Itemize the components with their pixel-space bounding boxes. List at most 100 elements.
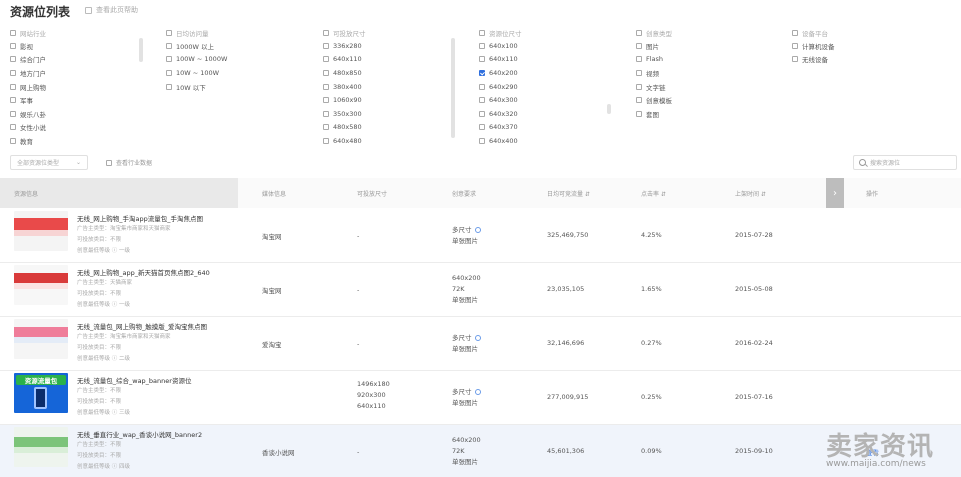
filter-checkbox[interactable]: [10, 69, 16, 76]
filter-option[interactable]: 10W 以下: [166, 80, 227, 94]
filter-option[interactable]: 336x280: [323, 39, 366, 53]
filter-option[interactable]: 网上购物: [10, 80, 46, 94]
industry-data-checkbox[interactable]: [106, 159, 112, 166]
filter-option[interactable]: 640x100: [479, 39, 522, 53]
filter-checkbox[interactable]: [479, 56, 485, 63]
resource-name[interactable]: 无线_网上购物_手淘app流量包_手淘焦点图: [77, 213, 203, 223]
filter-scrollbar-res-size[interactable]: [607, 104, 611, 114]
filter-checkbox[interactable]: [10, 97, 16, 104]
filter-option[interactable]: 创意模板: [636, 93, 672, 107]
scroll-right-button[interactable]: ›: [826, 178, 844, 208]
filter-option[interactable]: 380x400: [323, 80, 366, 94]
filter-option[interactable]: 640x200: [479, 66, 522, 80]
filter-option[interactable]: 视频: [636, 66, 672, 80]
header-ctr-sort[interactable]: 点击率 ⇵: [641, 189, 666, 198]
filter-checkbox[interactable]: [10, 110, 16, 117]
filter-checkbox[interactable]: [479, 83, 485, 90]
filter-option[interactable]: Flash: [636, 53, 672, 67]
table-row[interactable]: 无线_网上购物_app_新天猫首页焦点图2_640 广告主类型：天猫商家 可投放类目…: [0, 263, 961, 317]
filter-checkbox[interactable]: [479, 110, 485, 117]
filter-group-header[interactable]: 可投放尺寸: [323, 26, 366, 39]
filter-checkbox[interactable]: [323, 97, 329, 104]
filter-option[interactable]: 640x400: [479, 134, 522, 148]
filter-checkbox[interactable]: [792, 56, 798, 63]
filter-checkbox[interactable]: [636, 56, 642, 63]
filter-group-header[interactable]: 日均访问量: [166, 26, 227, 39]
select-all-checkbox[interactable]: [323, 29, 329, 36]
filter-option[interactable]: 480x850: [323, 66, 366, 80]
info-icon[interactable]: [474, 227, 481, 233]
table-row[interactable]: 无线_垂直行业_wap_香谈小说网_banner2 广告主类型：不限 可投放类目：不…: [0, 425, 961, 477]
filter-checkbox[interactable]: [10, 137, 16, 144]
filter-checkbox[interactable]: [479, 124, 485, 131]
filter-option[interactable]: 文字链: [636, 80, 672, 94]
filter-checkbox[interactable]: [479, 97, 485, 104]
filter-option[interactable]: 图片: [636, 39, 672, 53]
filter-option[interactable]: 350x300: [323, 107, 366, 121]
filter-option[interactable]: 地方门户: [10, 66, 46, 80]
resource-name[interactable]: 无线_流量包_网上购物_触摸版_爱淘宝焦点图: [77, 321, 207, 331]
select-all-checkbox[interactable]: [10, 29, 16, 36]
filter-option[interactable]: 640x370: [479, 121, 522, 135]
select-all-checkbox[interactable]: [792, 29, 798, 36]
select-all-checkbox[interactable]: [479, 29, 485, 36]
filter-checkbox[interactable]: [479, 137, 485, 144]
filter-option[interactable]: 640x290: [479, 80, 522, 94]
filter-option[interactable]: 640x480: [323, 134, 366, 148]
filter-checkbox[interactable]: [636, 97, 642, 104]
filter-scrollbar-industry[interactable]: [139, 38, 143, 62]
filter-checkbox[interactable]: [792, 42, 798, 49]
filter-checkbox[interactable]: [479, 69, 485, 76]
filter-option[interactable]: 100W ~ 1000W: [166, 53, 227, 67]
filter-option[interactable]: 娱乐八卦: [10, 107, 46, 121]
filter-option[interactable]: 套图: [636, 107, 672, 121]
filter-option[interactable]: 1060x90: [323, 93, 366, 107]
filter-checkbox[interactable]: [10, 56, 16, 63]
filter-option[interactable]: 影视: [10, 39, 46, 53]
filter-checkbox[interactable]: [636, 110, 642, 117]
select-all-checkbox[interactable]: [636, 29, 642, 36]
filter-checkbox[interactable]: [636, 69, 642, 76]
filter-option[interactable]: 女性小说: [10, 121, 46, 135]
filter-checkbox[interactable]: [10, 124, 16, 131]
filter-checkbox[interactable]: [323, 137, 329, 144]
resource-name[interactable]: 无线_垂直行业_wap_香谈小说网_banner2: [77, 429, 202, 439]
filter-checkbox[interactable]: [636, 42, 642, 49]
filter-checkbox[interactable]: [323, 83, 329, 90]
filter-option[interactable]: 640x110: [479, 53, 522, 67]
filter-group-header[interactable]: 设备平台: [792, 26, 835, 39]
filter-option[interactable]: 480x580: [323, 121, 366, 135]
filter-option[interactable]: 640x300: [479, 93, 522, 107]
resource-name[interactable]: 无线_流量包_综合_wap_banner资源位: [77, 375, 191, 385]
select-all-checkbox[interactable]: [166, 29, 172, 36]
filter-option[interactable]: 计算机设备: [792, 39, 835, 53]
filter-option[interactable]: 640x110: [323, 53, 366, 67]
filter-option[interactable]: 10W ~ 100W: [166, 66, 227, 80]
filter-checkbox[interactable]: [10, 42, 16, 49]
filter-group-header[interactable]: 网站行业: [10, 26, 46, 39]
table-row[interactable]: 资源流量包 无线_流量包_综合_wap_banner资源位 广告主类型：不限 可投放类…: [0, 371, 961, 425]
filter-option[interactable]: 教育: [10, 134, 46, 148]
filter-checkbox[interactable]: [166, 69, 172, 76]
table-row[interactable]: 无线_网上购物_手淘app流量包_手淘焦点图 广告主类型：淘宝集市商家和天猫商家可…: [0, 209, 961, 263]
filter-scrollbar-size[interactable]: [451, 38, 455, 138]
filter-option[interactable]: 1000W 以上: [166, 39, 227, 53]
resource-name[interactable]: 无线_网上购物_app_新天猫首页焦点图2_640: [77, 267, 210, 277]
filter-checkbox[interactable]: [166, 83, 172, 90]
filter-checkbox[interactable]: [479, 42, 485, 49]
filter-checkbox[interactable]: [10, 83, 16, 90]
filter-option[interactable]: 无线设备: [792, 53, 835, 67]
industry-data-toggle[interactable]: 查看行业数据: [106, 158, 152, 167]
table-row[interactable]: 无线_流量包_网上购物_触摸版_爱淘宝焦点图 广告主类型：淘宝集市商家和天猫商家可…: [0, 317, 961, 371]
filter-checkbox[interactable]: [323, 124, 329, 131]
filter-option[interactable]: 综合门户: [10, 53, 46, 67]
filter-checkbox[interactable]: [323, 42, 329, 49]
filter-group-header[interactable]: 资源位尺寸: [479, 26, 522, 39]
info-icon[interactable]: [474, 389, 481, 395]
filter-group-header[interactable]: 创意类型: [636, 26, 672, 39]
filter-checkbox[interactable]: [636, 83, 642, 90]
filter-checkbox[interactable]: [166, 42, 172, 49]
filter-checkbox[interactable]: [323, 69, 329, 76]
resource-type-select[interactable]: 全部资源位类型 ⌄: [10, 155, 88, 170]
search-input[interactable]: 搜索资源位: [853, 155, 957, 170]
